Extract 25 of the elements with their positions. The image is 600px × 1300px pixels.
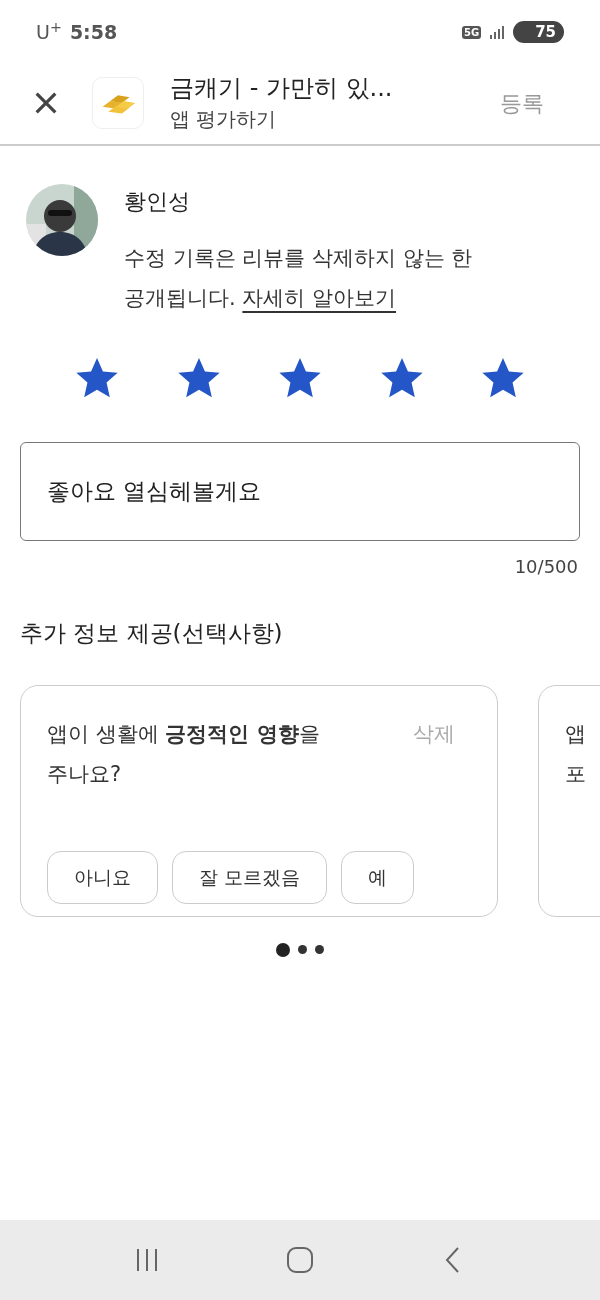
- review-field[interactable]: 좋아요 열심헤볼게요: [20, 442, 580, 541]
- carrier-label: U$^{+}$: [36, 17, 62, 45]
- answer-button[interactable]: 아니요: [47, 850, 158, 904]
- learn-more-link[interactable]: 자세히 알아보기: [242, 286, 397, 310]
- question-text: 앱: [565, 720, 586, 748]
- answer-button[interactable]: 잘 모르겠음: [172, 850, 328, 904]
- page-subtitle: 앱 평가하기: [170, 106, 278, 133]
- question-text: 주나요?: [47, 760, 123, 788]
- app-title: 금캐기 - 가만히 있...: [170, 73, 394, 104]
- battery-indicator: 75: [513, 21, 564, 43]
- star-icon[interactable]: [277, 356, 323, 400]
- ingot-stack-icon: [92, 77, 144, 129]
- signal-icon: [489, 24, 506, 40]
- character-counter: 10/500: [514, 555, 578, 579]
- question-text: 앱이 생활에 긍정적인 영향을: [47, 720, 320, 748]
- home-icon[interactable]: [285, 1245, 315, 1275]
- answer-button[interactable]: 예: [341, 850, 415, 904]
- star-icon[interactable]: [480, 356, 526, 400]
- star-icon[interactable]: [74, 356, 120, 400]
- section-title: 추가 정보 제공(선택사항): [20, 619, 284, 648]
- reviewer-name: 황인성: [124, 188, 191, 216]
- clock: 5:58: [69, 19, 118, 45]
- question-text: 포: [565, 760, 586, 788]
- network-label: 5G: [461, 25, 482, 39]
- edit-history-notice: 수정 기록은 리뷰를 삭제하지 않는 한 공개됩니다. 자세히 알아보기: [124, 245, 474, 312]
